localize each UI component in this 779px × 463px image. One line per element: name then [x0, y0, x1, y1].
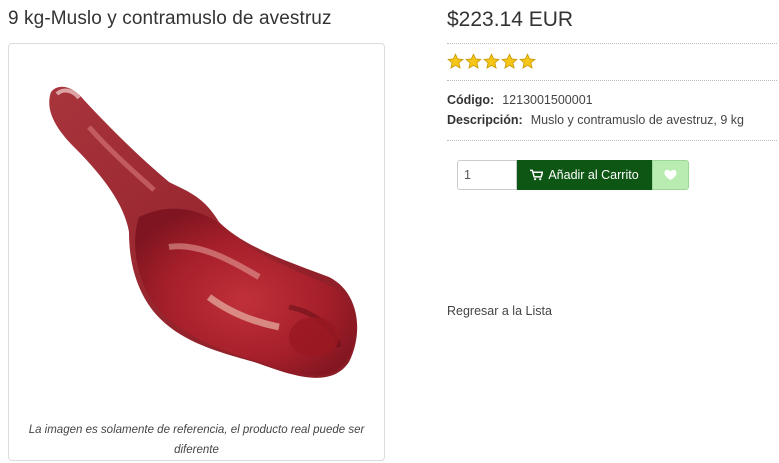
- product-price: $223.14 EUR: [447, 8, 574, 31]
- code-value: 1213001500001: [502, 93, 593, 107]
- divider: [447, 80, 777, 81]
- divider: [447, 140, 777, 141]
- description-label: Descripción:: [447, 113, 523, 127]
- product-image-card: La imagen es solamente de referencia, el…: [8, 43, 385, 461]
- star-icon: [483, 53, 500, 69]
- product-code-row: Código: 1213001500001: [447, 93, 593, 107]
- star-icon: [519, 53, 536, 69]
- add-to-cart-button[interactable]: Añadir al Carrito: [517, 160, 652, 190]
- heart-icon: [664, 169, 677, 181]
- wishlist-button[interactable]: [652, 160, 689, 190]
- image-disclaimer: La imagen es solamente de referencia, el…: [28, 424, 365, 456]
- description-value: Muslo y contramuslo de avestruz, 9 kg: [530, 113, 745, 127]
- product-title: 9 kg-Muslo y contramuslo de avestruz: [8, 8, 332, 29]
- star-rating: [447, 53, 536, 71]
- cart-icon: [530, 169, 544, 181]
- add-to-cart-label: Añadir al Carrito: [548, 168, 639, 182]
- star-icon: [501, 53, 518, 69]
- star-icon: [447, 53, 464, 69]
- code-label: Código:: [447, 93, 495, 107]
- product-detail-page: 9 kg-Muslo y contramuslo de avestruz La …: [0, 0, 779, 463]
- quantity-input[interactable]: [457, 160, 517, 190]
- back-to-list-link[interactable]: Regresar a la Lista: [447, 304, 552, 318]
- product-description-row: Descripción: Muslo y contramuslo de avest…: [447, 113, 744, 127]
- product-image: [49, 86, 358, 378]
- divider: [447, 43, 777, 44]
- star-icon: [465, 53, 482, 69]
